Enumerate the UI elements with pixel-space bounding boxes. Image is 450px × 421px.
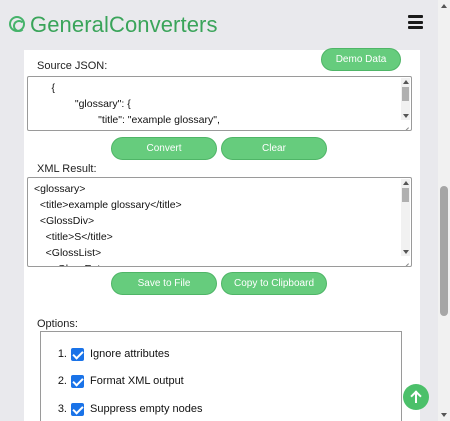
scroll-down-icon[interactable]	[441, 413, 447, 417]
xml-result-label: XML Result:	[37, 163, 97, 175]
hamburger-menu-icon[interactable]	[408, 15, 423, 29]
checkbox[interactable]	[71, 402, 84, 416]
scroll-up-icon[interactable]	[441, 4, 447, 8]
clear-button[interactable]: Clear	[221, 137, 327, 160]
back-to-top-arrow-icon[interactable]	[403, 384, 429, 410]
source-scrollbar[interactable]	[401, 78, 410, 120]
brand-title[interactable]: GeneralConverters	[30, 12, 218, 38]
demo-data-button[interactable]: Demo Data	[321, 48, 401, 71]
resize-handle-icon[interactable]	[402, 257, 410, 265]
options-list: 1. Ignore attributes 2. Format XML outpu…	[40, 331, 402, 421]
options-label: Options:	[37, 318, 78, 330]
source-json-label: Source JSON:	[37, 60, 108, 72]
checkbox[interactable]	[71, 347, 84, 361]
logo-icon	[9, 16, 25, 32]
page-scrollbar[interactable]	[438, 0, 450, 421]
resize-handle-icon[interactable]	[402, 121, 410, 129]
checkbox[interactable]	[71, 374, 84, 388]
app-header: GeneralConverters	[0, 0, 438, 50]
source-json-text: { "glossary": { "title": "example glossa…	[51, 82, 220, 126]
save-to-file-button[interactable]: Save to File	[111, 272, 217, 295]
scrollbar-thumb[interactable]	[440, 186, 448, 316]
source-json-input[interactable]: { "glossary": { "title": "example glossa…	[27, 76, 412, 131]
xml-result-text: <glossary> <title>example glossary</titl…	[34, 183, 182, 266]
option-format-xml-output[interactable]: 2. Format XML output	[51, 373, 184, 389]
option-suppress-empty-nodes[interactable]: 3. Suppress empty nodes	[51, 401, 203, 417]
convert-button[interactable]: Convert	[111, 137, 217, 160]
copy-to-clipboard-button[interactable]: Copy to Clipboard	[221, 272, 327, 295]
option-ignore-attributes[interactable]: 1. Ignore attributes	[51, 346, 170, 362]
result-scrollbar[interactable]	[401, 179, 410, 256]
xml-result-output[interactable]: <glossary> <title>example glossary</titl…	[27, 177, 412, 267]
